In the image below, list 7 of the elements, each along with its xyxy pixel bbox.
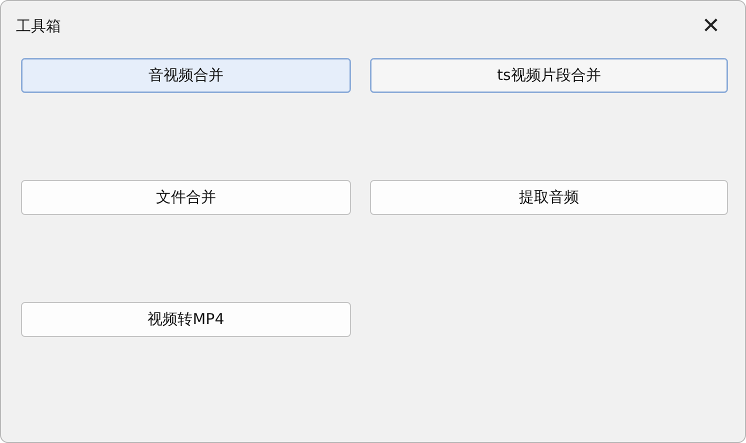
tool-button[interactable]: 视频转MP4 [21, 302, 351, 337]
window-title: 工具箱 [16, 16, 61, 36]
tool-button[interactable]: 提取音频 [370, 180, 728, 215]
close-button[interactable]: ✕ [691, 6, 731, 46]
tool-button[interactable]: 文件合并 [21, 180, 351, 215]
tool-button[interactable]: ts视频片段合并 [370, 58, 728, 93]
tool-button[interactable]: 音视频合并 [21, 58, 351, 93]
